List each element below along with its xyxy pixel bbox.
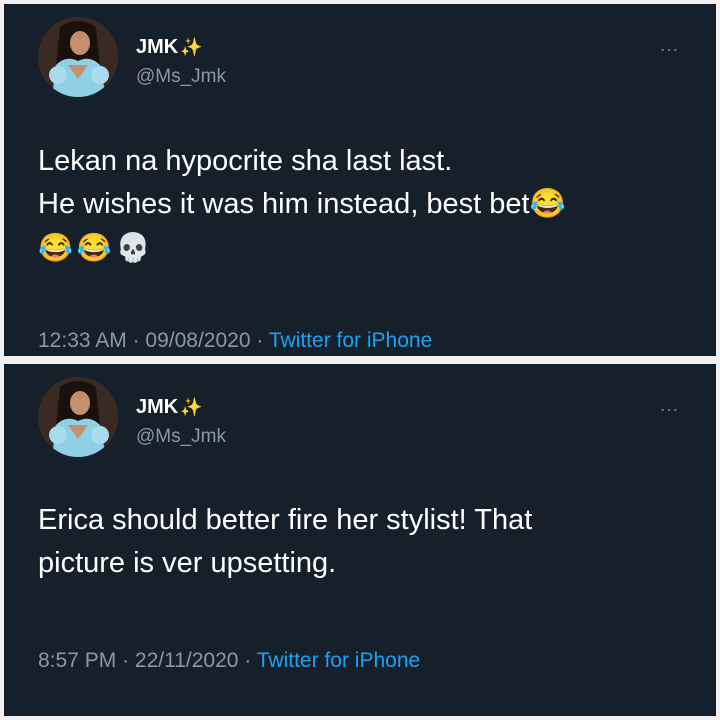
tweet-text: Erica should better fire her stylist! Th… xyxy=(38,499,696,585)
more-options-icon[interactable]: … xyxy=(659,34,680,57)
tweet-date: 09/08/2020 xyxy=(145,329,251,352)
display-name[interactable]: JMK ✨ xyxy=(136,36,203,59)
display-name-text: JMK xyxy=(136,396,179,418)
user-handle[interactable]: @Ms_Jmk xyxy=(136,426,226,448)
tweet-meta: 12:33 AM · 09/08/2020 · Twitter for iPho… xyxy=(38,329,432,353)
emoji-line: 😂😂💀 xyxy=(38,232,155,263)
tweet-card[interactable]: JMK ✨ @Ms_Jmk … Lekan na hypocrite sha la… xyxy=(4,4,716,356)
avatar-image xyxy=(38,17,118,97)
tweet-source-link[interactable]: Twitter for iPhone xyxy=(257,649,420,672)
more-options-icon[interactable]: … xyxy=(659,394,680,417)
tweet-text-line: He wishes it was him instead, best bet😂 xyxy=(38,188,566,220)
tweet-time: 12:33 AM xyxy=(38,329,127,352)
display-name-text: JMK xyxy=(136,36,179,58)
tweet-time: 8:57 PM xyxy=(38,649,117,672)
avatar[interactable] xyxy=(38,17,118,97)
meta-separator: · xyxy=(122,649,130,672)
meta-separator: · xyxy=(256,329,264,352)
tweet-meta: 8:57 PM · 22/11/2020 · Twitter for iPhon… xyxy=(38,649,420,673)
avatar[interactable] xyxy=(38,377,118,457)
avatar-image xyxy=(38,377,118,457)
tweet-date: 22/11/2020 xyxy=(134,649,239,672)
sparkles-icon: ✨ xyxy=(180,397,203,417)
tweet-text-line: Erica should better fire her stylist! Th… xyxy=(38,504,533,536)
tweet-text-line: Lekan na hypocrite sha last last. xyxy=(38,145,453,177)
tweet-text: Lekan na hypocrite sha last last. He wis… xyxy=(38,140,696,269)
meta-separator: · xyxy=(132,329,140,352)
tweet-card[interactable]: JMK ✨ @Ms_Jmk … Erica should better fire … xyxy=(4,364,716,716)
display-name[interactable]: JMK ✨ xyxy=(136,396,203,419)
meta-separator: · xyxy=(244,649,252,672)
sparkles-icon: ✨ xyxy=(180,37,203,57)
user-handle[interactable]: @Ms_Jmk xyxy=(136,66,226,88)
tweet-text-line: picture is ver upsetting. xyxy=(38,547,337,579)
tweet-source-link[interactable]: Twitter for iPhone xyxy=(269,329,432,352)
